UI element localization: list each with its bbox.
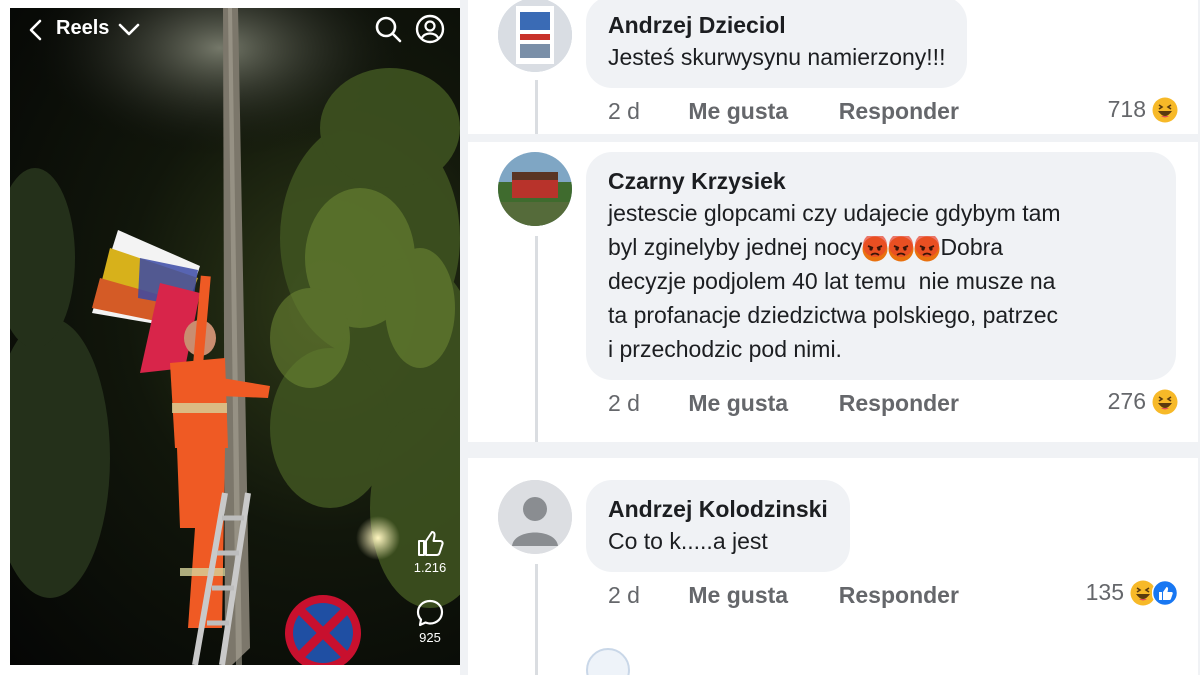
comment-author[interactable]: Czarny Krzysiek [608,166,1154,196]
back-arrow-icon[interactable] [24,18,48,42]
comment-bubble[interactable]: Czarny Krzysiek jestescie glopcami czy u… [586,152,1176,380]
reaction-count: 135 [1085,579,1124,605]
avatar[interactable] [498,152,572,226]
reel-video[interactable]: Reels 1.216 925 [10,8,460,665]
default-avatar-icon [498,480,572,554]
comment-bubble[interactable]: Andrzej Dzieciol Jesteś skurwysynu namie… [586,0,968,88]
comment-like-button[interactable]: Me gusta [688,390,832,417]
thread-line [535,80,538,134]
comment-text-line: i przechodzic pod nimi. [608,336,842,362]
comment-actions: 2 d Me gusta Responder [608,582,959,609]
comment-time[interactable]: 2 d [608,390,682,417]
comment-item: Czarny Krzysiek jestescie glopcami czy u… [468,142,1198,442]
comment-time[interactable]: 2 d [608,98,682,125]
comment-actions: 2 d Me gusta Responder [608,98,959,125]
comment-actions: 2 d Me gusta Responder [608,390,959,417]
avatar[interactable] [498,480,572,554]
haha-emoji-icon [1152,97,1178,122]
comment-reply-button[interactable]: Responder [839,390,959,417]
reply-avatar [586,648,630,675]
haha-emoji-icon [1152,389,1178,414]
comments-panel: Andrzej Dzieciol Jesteś skurwysynu namie… [460,0,1200,675]
comment-reactions[interactable]: 276 [1108,388,1178,415]
avatar[interactable] [498,0,572,72]
comment-text-line: decyzje podjolem 40 lat temu nie musze n… [608,268,1056,294]
reaction-count: 718 [1107,96,1146,122]
comment-text-line: jestescie glopcami czy udajecie gdybym t… [608,200,1061,226]
comment-item: Andrzej Kolodzinski Co to k.....a jest 2… [468,458,1198,675]
comment-reactions[interactable]: 135 [1086,579,1178,606]
comment-text-line: Dobra [940,234,1004,260]
comment-author[interactable]: Andrzej Kolodzinski [608,494,828,524]
reel-comment-button[interactable]: 925 [408,598,452,645]
comment-bubble[interactable]: Andrzej Kolodzinski Co to k.....a jest [586,480,850,572]
reel-header: Reels [10,8,460,54]
comment-author[interactable]: Andrzej Dzieciol [608,10,945,40]
avatar-image [498,0,572,72]
reel-like-count: 1.216 [413,560,447,575]
avatar-image [498,152,572,226]
reel-video-frame [10,8,460,665]
reels-title[interactable]: Reels [56,17,109,40]
comment-reactions[interactable]: 718 [1108,96,1178,123]
chevron-down-icon[interactable] [116,20,142,40]
comment-text: Jesteś skurwysynu namierzony!!! [608,44,946,70]
thread-line [535,236,538,442]
angry-emoji-icon [862,235,888,262]
search-icon[interactable] [374,15,402,43]
comment-text: Co to k.....a jest [608,528,768,554]
comment-like-button[interactable]: Me gusta [688,582,832,609]
comment-time[interactable]: 2 d [608,582,682,609]
reel-like-button[interactable]: 1.216 [408,528,452,575]
comment-text: jestescie glopcami czy udajecie gdybym t… [608,196,1154,366]
reel-comment-count: 925 [419,630,441,645]
thread-line [535,564,538,675]
comment-item: Andrzej Dzieciol Jesteś skurwysynu namie… [468,0,1198,134]
comment-reply-button[interactable]: Responder [839,582,959,609]
comment-like-button[interactable]: Me gusta [688,98,832,125]
like-reaction-icon [1152,579,1178,606]
thumbs-up-icon [418,531,444,556]
comment-reply-button[interactable]: Responder [839,98,959,125]
comment-bubble-icon [416,599,444,627]
angry-emoji-icon [888,235,914,262]
comment-text-line: ta profanacje dziedzictwa polskiego, pat… [608,302,1059,328]
reaction-count: 276 [1107,388,1146,414]
angry-emoji-icon [914,235,940,262]
profile-icon[interactable] [415,14,445,44]
comment-text-line: byl zginelyby jednej nocy [608,234,863,260]
